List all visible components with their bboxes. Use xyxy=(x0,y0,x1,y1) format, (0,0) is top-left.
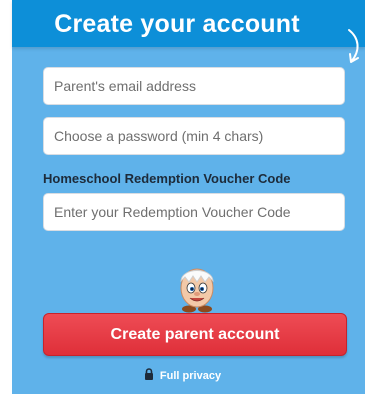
lock-icon xyxy=(144,368,153,380)
create-parent-account-button[interactable]: Create parent account xyxy=(43,313,347,356)
password-field[interactable] xyxy=(43,117,345,155)
egg-character-icon xyxy=(180,268,214,313)
email-field[interactable] xyxy=(43,67,345,105)
privacy-text: Full privacy xyxy=(159,370,222,382)
page-title: Create your account xyxy=(54,10,300,38)
signup-header: Create your account xyxy=(12,0,365,47)
voucher-label: Homeschool Redemption Voucher Code xyxy=(43,171,291,186)
voucher-code-field[interactable] xyxy=(43,193,345,231)
signup-panel: Create your account Homeschool Redemptio… xyxy=(12,0,365,394)
squiggle-icon xyxy=(348,29,359,63)
privacy-note: Full privacy xyxy=(0,368,365,384)
